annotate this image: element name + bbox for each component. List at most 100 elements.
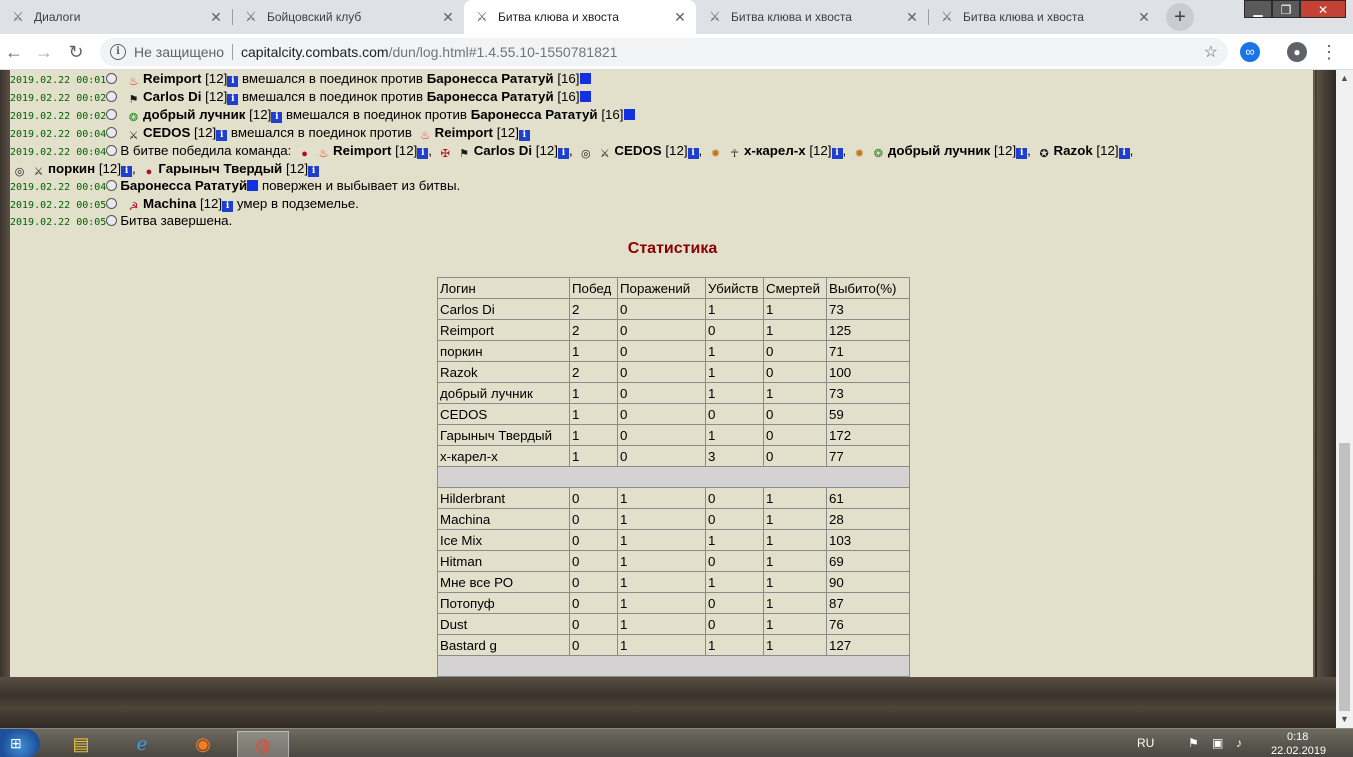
scroll-thumb[interactable] — [1339, 443, 1350, 711]
forward-arrow-icon[interactable]: → — [32, 40, 56, 64]
cell-value: 0 — [705, 508, 764, 530]
info-icon[interactable]: i — [222, 201, 234, 212]
info-icon[interactable]: i — [557, 148, 569, 159]
info-icon[interactable]: i — [687, 148, 699, 159]
player-name[interactable]: Machina — [143, 196, 196, 211]
cell-login: Hilderbrant — [437, 487, 570, 509]
info-icon[interactable]: i — [121, 166, 133, 177]
frame-right — [1317, 70, 1336, 677]
player-name[interactable]: x-карел-x — [744, 143, 806, 158]
window-close-button[interactable]: ✕ — [1300, 0, 1346, 18]
player-level: [12] — [535, 143, 558, 158]
player-name[interactable]: поркин — [48, 161, 95, 176]
close-icon[interactable]: ✕ — [1136, 9, 1152, 25]
player-name[interactable]: Баронесса Рататуй — [427, 71, 554, 86]
close-icon[interactable]: ✕ — [672, 9, 688, 25]
cell-value: 77 — [826, 445, 910, 467]
cell-value: 103 — [826, 529, 910, 551]
close-icon[interactable]: ✕ — [208, 9, 224, 25]
reload-icon[interactable]: ↻ — [64, 40, 88, 64]
start-button[interactable]: ⊞ — [0, 729, 40, 757]
tab-battle-3[interactable]: ⚔ Битва клюва и хвоста ✕ — [929, 0, 1160, 34]
dialogs-icon: ⚔ — [12, 9, 24, 24]
col-deaths: Смертей — [763, 277, 827, 299]
timestamp: 2019.02.22 00:01 — [10, 75, 107, 86]
cell-value: 0 — [617, 298, 706, 320]
player-name[interactable]: CEDOS — [143, 125, 190, 140]
maximize-button[interactable]: ❐ — [1272, 0, 1300, 18]
flag-icon[interactable]: ⚑ — [1188, 729, 1199, 757]
tab-battle-2[interactable]: ⚔ Битва клюва и хвоста ✕ — [697, 0, 928, 34]
profile-avatar-icon[interactable]: ● — [1287, 42, 1307, 62]
scroll-up-icon[interactable]: ▲ — [1336, 70, 1353, 87]
cell-value: 0 — [705, 550, 764, 572]
tab-title: Бойцовский клуб — [267, 10, 362, 24]
player-name[interactable]: Razok — [1054, 143, 1093, 158]
menu-kebab-icon[interactable]: ⋮ — [1320, 40, 1338, 64]
tab-title: Битва клюва и хвоста — [498, 10, 619, 24]
info-icon[interactable]: i — [271, 112, 283, 123]
player-name[interactable]: Баронесса Рататуй — [427, 89, 554, 104]
back-arrow-icon[interactable]: ← — [2, 40, 26, 64]
player-name[interactable]: Reimport — [435, 125, 493, 140]
cell-login: Razok — [437, 361, 570, 383]
chrome-icon[interactable]: ◍ — [237, 731, 289, 757]
new-tab-button[interactable]: + — [1166, 3, 1194, 31]
player-name[interactable]: Carlos Di — [474, 143, 532, 158]
vertical-scrollbar[interactable]: ▲ ▼ — [1336, 70, 1353, 728]
tab-fight-club[interactable]: ⚔ Бойцовский клуб ✕ — [233, 0, 464, 34]
cell-login: Bastard g — [437, 634, 570, 656]
log-line: 2019.02.22 00:04 ⚔ CEDOS [12] i вмешался в… — [10, 124, 530, 142]
bookmark-star-icon[interactable]: ☆ — [1204, 42, 1218, 62]
internet-explorer-icon[interactable]: ℯ — [116, 731, 168, 757]
cell-value: 2 — [569, 298, 618, 320]
info-icon[interactable]: i — [1016, 148, 1028, 159]
player-name[interactable]: Баронесса Рататуй — [120, 178, 247, 193]
cell-value: 125 — [826, 319, 910, 341]
info-icon[interactable]: i — [227, 76, 239, 87]
player-name[interactable]: добрый лучник — [888, 143, 990, 158]
cell-value: 0 — [569, 592, 618, 614]
player-name[interactable]: CEDOS — [614, 143, 661, 158]
network-icon[interactable]: ▣ — [1212, 729, 1223, 757]
player-name[interactable]: добрый лучник — [143, 107, 245, 122]
firefox-icon[interactable]: ◉ — [177, 731, 229, 757]
address-bar[interactable]: i Не защищено capitalcity.combats.com/du… — [100, 38, 1228, 66]
info-icon[interactable]: i — [1118, 148, 1130, 159]
cell-value: 3 — [705, 445, 764, 467]
info-icon[interactable]: i — [417, 148, 429, 159]
info-icon[interactable]: i — [831, 148, 843, 159]
player-name[interactable]: Carlos Di — [143, 89, 201, 104]
close-icon[interactable]: ✕ — [440, 9, 456, 25]
extension-infinity-icon[interactable]: ∞ — [1240, 42, 1260, 62]
minimize-button[interactable]: ▁ — [1244, 0, 1272, 18]
cell-login: Reimport — [437, 319, 570, 341]
cell-value: 1 — [763, 592, 827, 614]
cell-value: 1 — [763, 529, 827, 551]
log-panel: 2019.02.22 00:01 ♨ Reimport [12] i вмешалс… — [10, 70, 1315, 677]
cell-value: 0 — [617, 424, 706, 446]
windows-logo-icon: ⊞ — [10, 735, 22, 751]
tab-battle-active[interactable]: ⚔ Битва клюва и хвоста ✕ — [464, 0, 696, 34]
explorer-icon[interactable]: ▤ — [55, 731, 107, 757]
tab-dialogs[interactable]: ⚔ Диалоги ✕ — [0, 0, 232, 34]
player-name[interactable]: Баронесса Рататуй — [471, 107, 598, 122]
player-name[interactable]: Reimport — [143, 71, 201, 86]
player-level: [12] — [809, 143, 832, 158]
cell-value: 1 — [617, 571, 706, 593]
info-icon[interactable]: i — [216, 130, 228, 141]
player-name[interactable]: Гарыныч Твердый — [158, 161, 282, 176]
language-indicator[interactable]: RU — [1137, 729, 1154, 757]
info-icon[interactable]: i — [227, 94, 239, 105]
scroll-down-icon[interactable]: ▼ — [1336, 711, 1353, 728]
player-name[interactable]: Reimport — [333, 143, 391, 158]
clock-icon — [106, 198, 118, 209]
info-icon[interactable]: i — [110, 44, 126, 60]
info-icon[interactable]: i — [518, 130, 530, 141]
clock-date[interactable]: 22.02.2019 — [1271, 737, 1326, 757]
close-icon[interactable]: ✕ — [904, 9, 920, 25]
volume-icon[interactable]: ♪ — [1236, 729, 1242, 757]
info-icon[interactable]: i — [308, 166, 320, 177]
cell-value: 28 — [826, 508, 910, 530]
cell-value: 2 — [569, 361, 618, 383]
